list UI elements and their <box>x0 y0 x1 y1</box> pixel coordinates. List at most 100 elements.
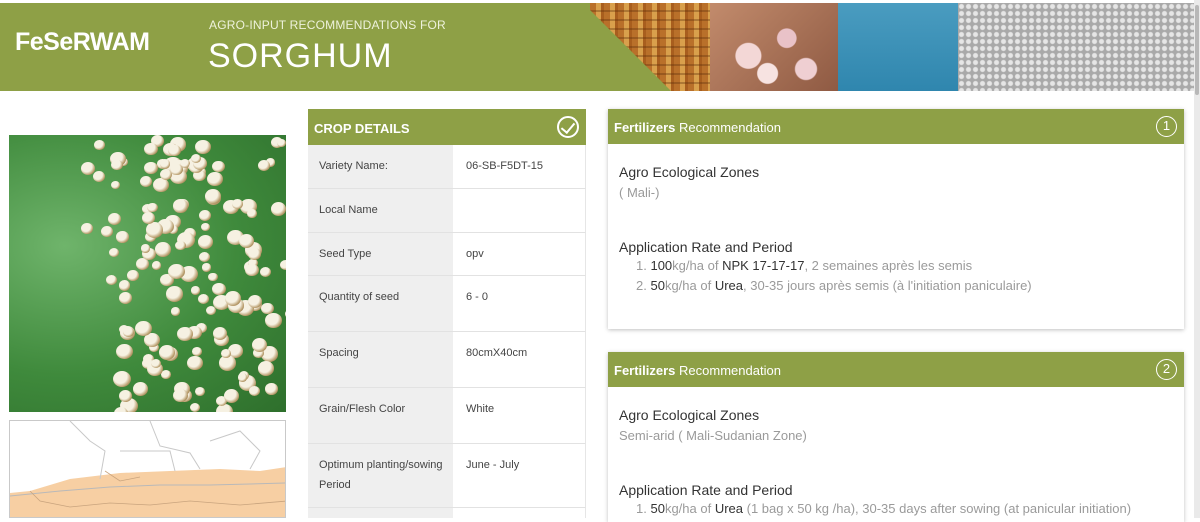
sorghum-grain <box>279 259 286 270</box>
rate-item: 2. 50kg/ha of Urea, 30-35 jours après se… <box>636 276 1173 296</box>
detail-label: Seed Type <box>308 233 453 276</box>
sorghum-grain <box>261 302 274 315</box>
scrollbar-track[interactable] <box>1194 0 1200 518</box>
number-circle-icon[interactable]: 2 <box>1156 359 1177 380</box>
card-header[interactable]: Fertilizers Recommendation 2 <box>608 352 1184 387</box>
sorghum-grain <box>105 274 117 285</box>
sorghum-grain <box>116 231 129 243</box>
check-circle-icon[interactable] <box>557 116 579 138</box>
map-graphic <box>10 421 285 517</box>
page-header: FeSeRWAM AGRO-INPUT RECOMMENDATIONS FOR … <box>0 0 1200 91</box>
number-circle-icon[interactable]: 1 <box>1156 116 1177 137</box>
sorghum-grain <box>172 388 188 403</box>
scrollbar-thumb[interactable] <box>1195 5 1199 95</box>
sorghum-grain <box>81 223 94 235</box>
sorghum-grain <box>111 159 123 171</box>
card-header[interactable]: Fertilizers Recommendation 1 <box>608 109 1184 144</box>
sorghum-grain <box>247 248 262 261</box>
sorghum-grain <box>191 346 202 356</box>
sorghum-grain <box>140 244 151 253</box>
sorghum-grain <box>198 294 209 305</box>
sorghum-grain <box>115 344 133 360</box>
card-title-bold: Fertilizers <box>614 120 676 135</box>
page-title: SORGHUM <box>208 37 393 75</box>
zones-label: Agro Ecological Zones <box>619 164 760 180</box>
sorghum-grain <box>198 210 212 222</box>
rate-index: 1. <box>636 501 647 516</box>
detail-label: Grain/Flesh Color <box>308 388 453 444</box>
sorghum-grain <box>207 171 223 186</box>
sorghum-grain <box>94 140 105 150</box>
top-border <box>0 0 1200 3</box>
sorghum-grain <box>154 242 171 257</box>
rate-index: 2. <box>636 278 647 293</box>
sorghum-grain <box>238 234 254 248</box>
rate-item: 1. 100kg/ha of NPK 17-17-17, 2 semaines … <box>636 256 1173 276</box>
sorghum-grain <box>212 160 226 173</box>
sorghum-grain <box>167 263 185 280</box>
sorghum-grain <box>147 202 158 213</box>
sorghum-grain <box>245 263 260 277</box>
detail-row-spacing: Spacing 80cmX40cm <box>308 332 586 388</box>
sorghum-grain <box>151 261 162 270</box>
sorghum-grain <box>127 270 139 281</box>
sorghum-grain <box>108 213 122 226</box>
sorghum-grain <box>100 225 114 237</box>
detail-value: 06-SB-F5DT-15 <box>453 145 586 189</box>
detail-label: Quantity of seed <box>308 276 453 332</box>
sorghum-photo <box>9 135 286 412</box>
detail-value <box>453 508 586 518</box>
sorghum-grain <box>251 338 268 352</box>
sorghum-grain <box>108 247 119 257</box>
card-title: Recommendation <box>679 120 781 135</box>
sorghum-grain <box>190 286 201 295</box>
sorghum-grain <box>110 181 120 190</box>
sorghum-grain <box>285 309 286 320</box>
detail-label <box>308 508 453 518</box>
detail-value: 80cmX40cm <box>453 332 586 388</box>
detail-label: Local Name <box>308 189 453 233</box>
sorghum-grain <box>199 252 211 263</box>
sorghum-grain <box>212 327 227 341</box>
zone-map[interactable] <box>9 420 286 518</box>
blue-photo <box>838 3 958 91</box>
detail-value <box>453 189 586 233</box>
crop-details-header[interactable]: CROP DETAILS <box>308 109 586 145</box>
rate-list: 1. 100kg/ha of NPK 17-17-17, 2 semaines … <box>619 255 1173 296</box>
fertilizer-recommendation-card-1: Fertilizers Recommendation 1 Agro Ecolog… <box>608 109 1184 329</box>
card-body: Agro Ecological Zones Semi-arid ( Mali-S… <box>608 387 1184 519</box>
detail-row-next <box>308 508 586 518</box>
sorghum-grain <box>247 209 257 218</box>
sorghum-grain <box>248 385 261 397</box>
sorghum-grain <box>247 295 262 309</box>
rate-period: (1 bag x 50 kg /ha), 30-35 days after so… <box>743 501 1132 516</box>
detail-value: White <box>453 388 586 444</box>
card-title-bold: Fertilizers <box>614 363 676 378</box>
sorghum-grain <box>207 272 218 282</box>
sorghum-grain <box>194 139 211 155</box>
sorghum-grain <box>170 163 183 175</box>
sorghum-grain <box>144 143 158 156</box>
sorghum-grain <box>237 373 247 382</box>
sorghum-grain <box>220 349 231 359</box>
sorghum-grain <box>153 178 170 193</box>
detail-row-local-name: Local Name <box>308 189 586 233</box>
sorghum-grain <box>143 161 158 175</box>
detail-row-seed-quantity: Quantity of seed 6 - 0 <box>308 276 586 332</box>
detail-value: opv <box>453 233 586 276</box>
sorghum-grain <box>276 138 286 148</box>
sorghum-grain <box>204 189 221 204</box>
sorghum-grain <box>118 291 133 304</box>
sorghum-grain <box>212 282 227 295</box>
sorghum-grain <box>187 356 203 371</box>
detail-label: Variety Name: <box>308 145 453 189</box>
page-subtitle: AGRO-INPUT RECOMMENDATIONS FOR <box>209 18 446 32</box>
detail-label: Optimum planting/sowing Period <box>308 444 453 508</box>
sorghum-grain <box>197 235 214 250</box>
crop-details-panel: CROP DETAILS Variety Name: 06-SB-F5DT-15… <box>308 109 586 518</box>
detail-value: 6 - 0 <box>453 276 586 332</box>
brand-logo[interactable]: FeSeRWAM <box>15 28 150 57</box>
sorghum-grain <box>232 199 243 209</box>
card-title: Recommendation <box>679 363 781 378</box>
fertilizer-pellets-photo <box>958 3 1200 91</box>
